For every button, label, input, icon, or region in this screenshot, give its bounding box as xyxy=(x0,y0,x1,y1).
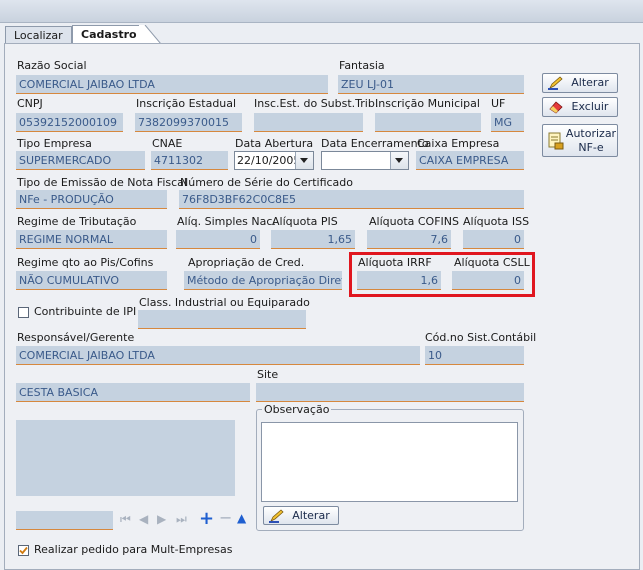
tab-strip: Localizar Cadastro xyxy=(0,22,643,44)
cnae-field[interactable]: 4711302 xyxy=(151,151,228,170)
observacao-label: Observação xyxy=(262,403,332,416)
aliq-irrf-field[interactable]: 1,6 xyxy=(357,271,441,290)
realizar-pedido-checkbox[interactable] xyxy=(18,545,29,556)
alterar-button-label: Alterar xyxy=(571,76,609,89)
aliq-pis-field[interactable]: 1,65 xyxy=(271,230,355,249)
eraser-icon xyxy=(549,101,563,114)
fantasia-field[interactable]: ZEU LJ-01 xyxy=(338,75,524,94)
aliq-simples-label: Alíq. Simples Nac. xyxy=(177,215,276,228)
top-toolbar xyxy=(0,0,643,23)
numero-serie-field[interactable]: 76F8D3BF62C0C8E5 xyxy=(179,190,524,209)
aliq-irrf-label: Alíquota IRRF xyxy=(358,256,432,269)
observacao-textarea[interactable] xyxy=(261,422,518,502)
tipo-emissao-field[interactable]: NFe - PRODUÇÃO xyxy=(16,190,167,209)
alterar-button[interactable]: Alterar xyxy=(542,73,618,93)
razao-social-field[interactable]: COMERCIAL JAIBAO LTDA xyxy=(16,75,328,94)
regime-tributacao-label: Regime de Tributação xyxy=(17,215,137,228)
cod-contabil-label: Cód.no Sist.Contábil xyxy=(425,331,537,344)
data-abertura-label: Data Abertura xyxy=(235,137,314,150)
contribuinte-ipi-label: Contribuinte de IPI xyxy=(34,305,137,318)
aliq-cofins-field[interactable]: 7,6 xyxy=(367,230,451,249)
aliq-csll-label: Alíquota CSLL xyxy=(454,256,530,269)
insc-subst-trib-field[interactable] xyxy=(254,113,363,132)
tab-corner-shape xyxy=(139,25,161,44)
insc-subst-trib-label: Insc.Est. do Subst.Trib. xyxy=(254,97,379,110)
edit-pencil-icon xyxy=(548,76,563,90)
cnpj-label: CNPJ xyxy=(17,97,43,110)
caixa-empresa-field[interactable]: CAIXA EMPRESA xyxy=(416,151,524,170)
checkmark-icon xyxy=(19,546,28,555)
aliq-iss-label: Alíquota ISS xyxy=(463,215,530,228)
site-label: Site xyxy=(257,368,279,381)
tipo-empresa-field[interactable]: SUPERMERCADO xyxy=(16,151,145,170)
site-field[interactable] xyxy=(256,383,524,402)
realizar-pedido-label: Realizar pedido para Mult-Empresas xyxy=(34,543,233,556)
cod-contabil-field[interactable]: 10 xyxy=(425,346,524,365)
aliq-simples-field[interactable]: 0 xyxy=(176,230,260,249)
first-record-icon[interactable]: ⏮ xyxy=(120,512,131,527)
alterar-observacao-label: Alterar xyxy=(292,509,330,522)
post-record-icon[interactable]: ▲ xyxy=(237,511,246,525)
remove-record-icon[interactable]: − xyxy=(219,508,232,527)
chevron-down-icon[interactable] xyxy=(390,152,408,169)
responsavel-field[interactable]: COMERCIAL JAIBAO LTDA xyxy=(16,346,420,365)
last-record-icon[interactable]: ⏭ xyxy=(176,512,187,527)
uf-label: UF xyxy=(491,97,506,110)
data-encerramento-label: Data Encerramento xyxy=(321,137,429,150)
edit-pencil-icon xyxy=(269,509,284,523)
regime-tributacao-field[interactable]: REGIME NORMAL xyxy=(16,230,167,249)
uf-field[interactable]: MG xyxy=(491,113,524,132)
tab-cadastro[interactable]: Cadastro xyxy=(72,25,141,44)
tipo-empresa-label: Tipo Empresa xyxy=(17,137,92,150)
add-record-icon[interactable]: + xyxy=(199,508,214,529)
apropriacao-label: Apropriação de Cred. xyxy=(188,256,305,269)
class-industrial-label: Class. Industrial ou Equiparado xyxy=(139,296,310,309)
aliq-csll-field[interactable]: 0 xyxy=(452,271,524,290)
list-area[interactable] xyxy=(16,420,235,496)
responsavel-label: Responsável/Gerente xyxy=(17,331,135,344)
fantasia-label: Fantasia xyxy=(339,59,385,72)
excluir-button[interactable]: Excluir xyxy=(542,97,618,117)
caixa-empresa-label: Caixa Empresa xyxy=(417,137,500,150)
cnae-label: CNAE xyxy=(152,137,183,150)
cesta-field[interactable]: CESTA BASICA xyxy=(16,383,250,402)
class-industrial-field[interactable] xyxy=(138,310,306,329)
data-abertura-value: 22/10/2005 xyxy=(237,154,301,167)
inscricao-municipal-label: Inscrição Municipal xyxy=(375,97,480,110)
autorizar-nfe-button[interactable]: Autorizar NF-e xyxy=(542,124,618,157)
tab-localizar[interactable]: Localizar xyxy=(5,26,72,44)
aliq-pis-label: Alíquota PIS xyxy=(272,215,338,228)
data-encerramento-picker[interactable] xyxy=(321,151,409,170)
tipo-emissao-label: Tipo de Emissão de Nota Fiscal xyxy=(17,176,187,189)
chevron-down-icon[interactable] xyxy=(295,152,313,169)
regime-pis-cofins-label: Regime qto ao Pis/Cofins xyxy=(17,256,154,269)
excluir-button-label: Excluir xyxy=(571,100,609,113)
inscricao-estadual-label: Inscrição Estadual xyxy=(136,97,237,110)
razao-social-label: Razão Social xyxy=(17,59,87,72)
numero-serie-label: Número de Série do Certificado xyxy=(180,176,354,189)
data-abertura-picker[interactable]: 22/10/2005 xyxy=(234,151,314,170)
autorizar-label-line1: Autorizar xyxy=(565,127,617,140)
regime-pis-cofins-field[interactable]: NÃO CUMULATIVO xyxy=(16,271,167,290)
alterar-observacao-button[interactable]: Alterar xyxy=(263,506,339,525)
aliq-iss-field[interactable]: 0 xyxy=(463,230,524,249)
next-record-icon[interactable]: ▶ xyxy=(157,512,166,526)
contribuinte-ipi-checkbox[interactable] xyxy=(18,307,29,318)
inscricao-estadual-field[interactable]: 7382099370015 xyxy=(135,113,242,132)
inscricao-municipal-field[interactable] xyxy=(375,113,481,132)
apropriacao-field[interactable]: Método de Apropriação Direta xyxy=(184,271,342,290)
prior-record-icon[interactable]: ◀ xyxy=(139,512,148,526)
aliq-cofins-label: Alíquota COFINS xyxy=(369,215,459,228)
cnpj-field[interactable]: 05392152000109 xyxy=(16,113,123,132)
navigator-field[interactable] xyxy=(16,511,113,530)
document-stamp-icon xyxy=(548,132,564,150)
autorizar-label-line2: NF-e xyxy=(578,141,604,154)
